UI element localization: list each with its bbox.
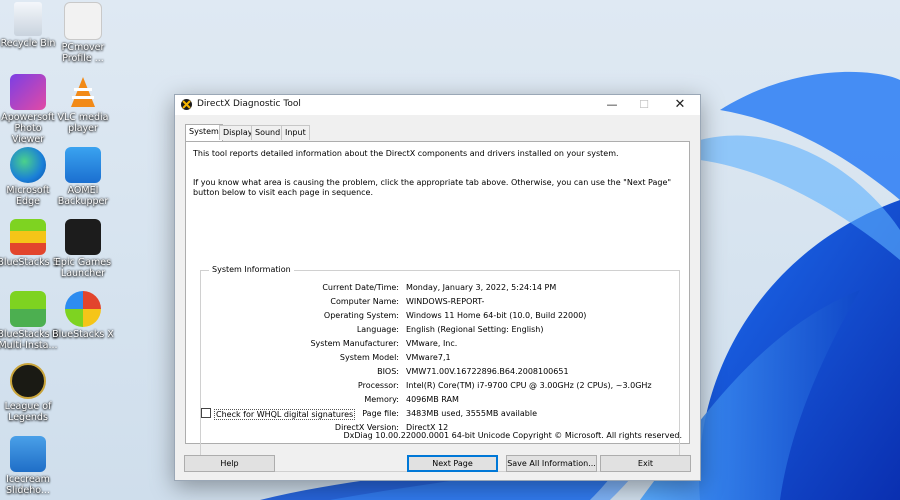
help-button[interactable]: Help [184,455,275,472]
info-key: Computer Name: [330,297,399,306]
desktop-icon-label: Apowersoft Photo Viewer [1,112,55,145]
desktop-icon-label: BlueStacks X [52,329,114,340]
info-key: Current Date/Time: [322,283,399,292]
desktop-icon-icecream[interactable]: Icecream Slideho... [0,436,59,496]
exit-button[interactable]: Exit [600,455,691,472]
desktop-icon-edge[interactable]: Microsoft Edge [0,147,59,207]
desktop-icon-label: Microsoft Edge [6,185,50,207]
checkbox-box[interactable] [201,408,211,418]
vlc-icon [65,74,101,110]
info-key: BIOS: [377,367,399,376]
recycle-bin-icon [14,2,42,36]
system-information-group: System Information Current Date/Time: Mo… [200,265,680,472]
desktop-icon-league[interactable]: League of Legends [0,363,59,423]
tab-system[interactable]: System [185,124,223,141]
directx-icon [181,99,192,110]
desktop-icon-recycle-bin[interactable]: Recycle Bin [0,2,59,49]
desktop-icon-vlc[interactable]: VLC media player [52,74,114,134]
desktop-icon-bluestacks-x[interactable]: BlueStacks X [52,291,114,340]
aomei-icon [65,147,101,183]
whql-label: Check for WHQL digital signatures [214,409,356,420]
desktop-icon-epic-games[interactable]: Epic Games Launcher [52,219,114,279]
epic-games-icon [65,219,101,255]
info-key: Operating System: [323,311,399,320]
info-value: VMware, Inc. [406,339,458,348]
copyright-text: DxDiag 10.00.22000.0001 64-bit Unicode C… [343,431,683,440]
window-title: DirectX Diagnostic Tool [197,99,301,109]
desktop-icon-label: League of Legends [4,401,52,423]
icecream-icon [10,436,46,472]
info-key: System Manufacturer: [310,339,399,348]
info-row: Operating System: Windows 11 Home 64-bit… [201,311,679,323]
info-value: Monday, January 3, 2022, 5:24:14 PM [406,283,557,292]
tab-sound[interactable]: Sound [251,125,285,140]
desktop-icon-label: BlueStacks 5 Multi-Insta... [0,329,59,351]
system-tab-panel: This tool reports detailed information a… [185,141,690,472]
bluestacks-icon [10,219,46,255]
info-value: Windows 11 Home 64-bit (10.0, Build 2200… [406,311,587,320]
edge-icon [10,147,46,183]
info-row: Memory: 4096MB RAM [201,395,679,407]
info-value: Intel(R) Core(TM) i7-9700 CPU @ 3.00GHz … [406,381,652,390]
pcmover-icon [64,2,102,40]
save-all-information-button[interactable]: Save All Information... [506,455,597,472]
info-row: BIOS: VMW71.00V.16722896.B64.2008100651 [201,367,679,379]
apowersoft-icon [10,74,46,110]
bluestacks-x-icon [65,291,101,327]
desktop-icon-apowersoft[interactable]: Apowersoft Photo Viewer [0,74,59,145]
close-button[interactable]: ✕ [664,95,696,115]
info-row: Computer Name: WINDOWS-REPORT- [201,297,679,309]
desktop-icon-label: Epic Games Launcher [54,257,112,279]
info-key: Memory: [364,395,399,404]
minimize-button[interactable]: — [596,95,628,115]
whql-checkbox[interactable]: Check for WHQL digital signatures [201,408,356,420]
desktop-icon-bluestacks[interactable]: BlueStacks 5 [0,219,59,268]
info-key: Processor: [357,381,399,390]
desktop-icon-label: PCmover Profile ... [61,42,105,64]
desktop-icon-label: AOMEI Backupper [57,185,109,207]
intro-text: This tool reports detailed information a… [193,149,619,158]
info-row: Current Date/Time: Monday, January 3, 20… [201,283,679,295]
desktop-icon-label: BlueStacks 5 [0,257,59,268]
info-row: Processor: Intel(R) Core(TM) i7-9700 CPU… [201,381,679,393]
desktop-icon-bluestacks-multi[interactable]: BlueStacks 5 Multi-Insta... [0,291,59,351]
info-value: 4096MB RAM [406,395,459,404]
dxdiag-window: DirectX Diagnostic Tool — ☐ ✕ System Dis… [174,94,701,481]
info-value: 3483MB used, 3555MB available [406,409,538,418]
league-icon [10,363,46,399]
group-title: System Information [209,265,294,274]
info-key: Language: [356,325,399,334]
info-row: System Manufacturer: VMware, Inc. [201,339,679,351]
bluestacks-multi-icon [10,291,46,327]
info-value: WINDOWS-REPORT- [406,297,485,306]
desktop-icon-aomei[interactable]: AOMEI Backupper [52,147,114,207]
next-page-button[interactable]: Next Page [407,455,498,472]
tab-input[interactable]: Input [281,125,310,140]
title-bar[interactable]: DirectX Diagnostic Tool — ☐ ✕ [175,95,700,115]
info-key: System Model: [339,353,399,362]
info-value: VMW71.00V.16722896.B64.2008100651 [406,367,569,376]
info-row: Language: English (Regional Setting: Eng… [201,325,679,337]
info-value: VMware7,1 [406,353,451,362]
desktop-icon-label: VLC media player [57,112,109,134]
info-key: Page file: [362,409,399,418]
hint-text: If you know what area is causing the pro… [193,178,672,197]
info-row: System Model: VMware7,1 [201,353,679,365]
desktop-icon-label: Recycle Bin [0,38,56,49]
maximize-button[interactable]: ☐ [628,95,660,115]
info-value: English (Regional Setting: English) [406,325,544,334]
desktop-icon-pcmover[interactable]: PCmover Profile ... [52,2,114,64]
desktop-icon-label: Icecream Slideho... [6,474,50,496]
